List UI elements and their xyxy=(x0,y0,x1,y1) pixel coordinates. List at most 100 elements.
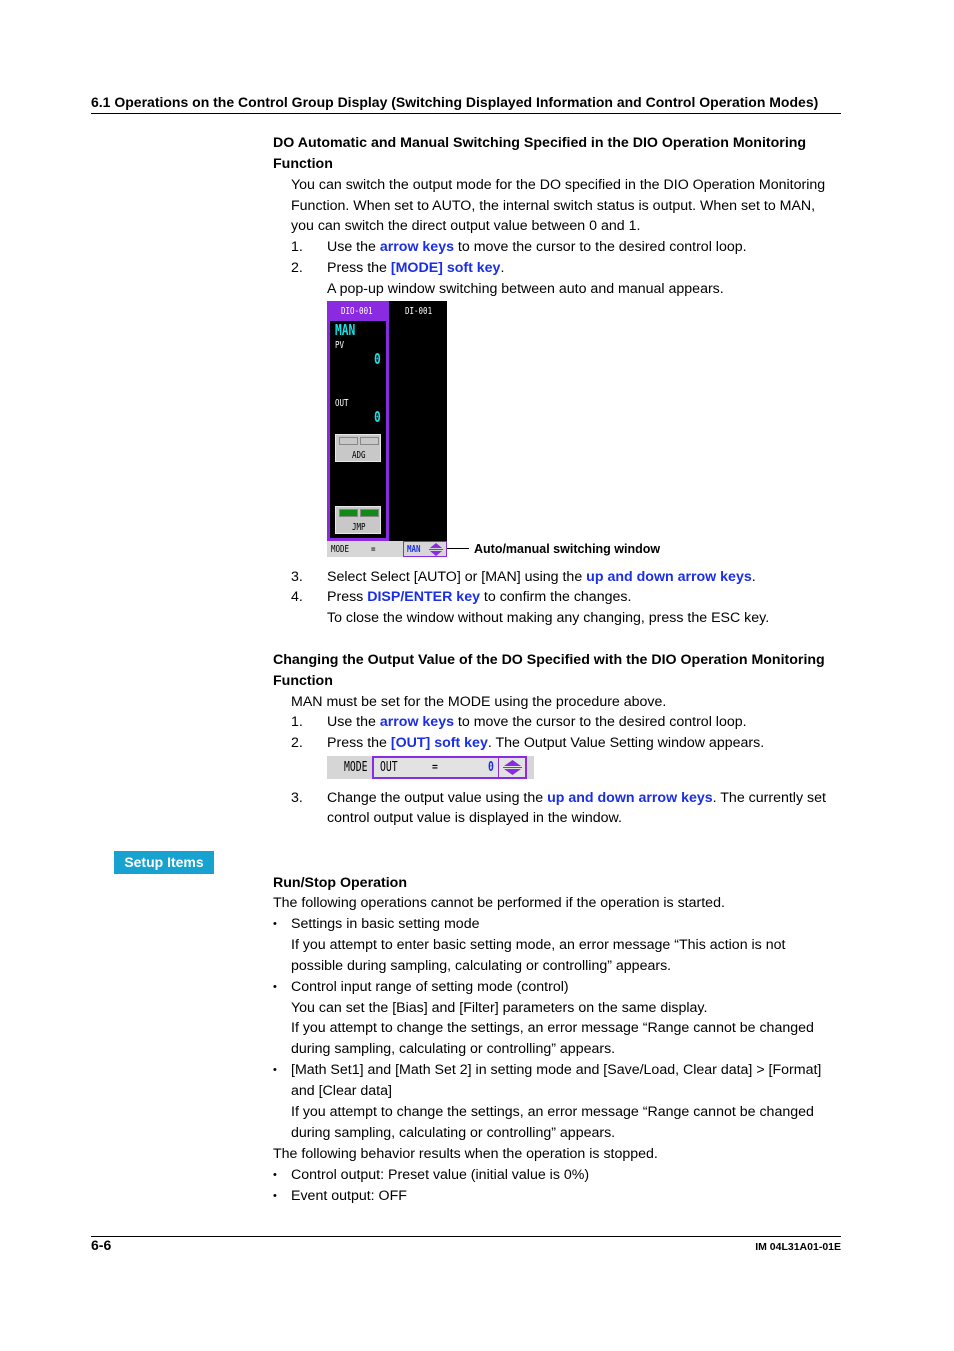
tab-label-dio: DIO-001 xyxy=(341,306,373,317)
bullet-item: [Math Set1] and [Math Set 2] in setting … xyxy=(291,1062,822,1079)
step-text: Use the arrow keys to move the cursor to… xyxy=(327,712,747,732)
step-text: Select Select [AUTO] or [MAN] using the … xyxy=(327,567,756,587)
bullet-icon: • xyxy=(273,917,277,930)
mode-indicator: MAN xyxy=(335,321,356,339)
mode-value-field[interactable]: MAN xyxy=(403,541,447,557)
out-window-equals: = xyxy=(432,760,438,775)
keyword-link: arrow keys xyxy=(379,239,454,255)
up-down-arrow-icon[interactable] xyxy=(502,759,523,776)
step-note: To close the window without making any c… xyxy=(327,610,770,626)
section1-intro-1: You can switch the output mode for the D… xyxy=(291,177,826,193)
jmp-button[interactable]: JMP xyxy=(335,506,381,534)
tab-label-di: DI-001 xyxy=(405,306,433,317)
out-window-out-label: OUT xyxy=(380,760,398,775)
step-text-post: . The currently set xyxy=(712,790,826,806)
bullet-detail: during sampling, calculating or controll… xyxy=(291,1041,616,1058)
led-indicator xyxy=(339,509,358,517)
jmp-button-label: JMP xyxy=(352,522,366,533)
step-text-pre: Press the xyxy=(327,735,391,751)
step-text-pre: Use the xyxy=(327,714,380,730)
keyword-link: up and down arrow keys xyxy=(547,790,713,806)
keyword-link: [OUT] soft key xyxy=(390,735,488,751)
pv-value: 0 xyxy=(374,350,381,368)
out-label: OUT xyxy=(335,398,349,409)
bullet-item: Control input range of setting mode (con… xyxy=(291,978,569,995)
bullet-detail: If you attempt to change the settings, a… xyxy=(291,1104,814,1120)
section1-intro-2: Function. When set to AUTO, the internal… xyxy=(291,198,816,214)
up-down-arrow-icon[interactable] xyxy=(428,543,444,556)
step-text: Change the output value using the up and… xyxy=(327,788,826,808)
step-text-post: to move the cursor to the desired contro… xyxy=(453,714,747,730)
step-number: 4. xyxy=(291,589,303,605)
section2-heading: Changing the Output Value of the DO Spec… xyxy=(273,652,825,668)
keyword-link: up and down arrow keys xyxy=(586,569,752,585)
bullet-detail: possible during sampling, calculating or… xyxy=(291,957,672,974)
page-number: 6-6 xyxy=(91,1237,112,1253)
paragraph: The following operations cannot be perfo… xyxy=(273,895,725,911)
mode-bar-equals: = xyxy=(371,544,376,555)
setup-items-tag: Setup Items xyxy=(114,851,214,874)
bullet-detail: during sampling, calculating or controll… xyxy=(291,1124,616,1141)
section1-heading: DO Automatic and Manual Switching Specif… xyxy=(273,135,807,151)
section2-intro: MAN must be set for the MODE using the p… xyxy=(291,694,667,710)
keyword-link: [MODE] soft key xyxy=(390,260,501,276)
out-window-value: 0 xyxy=(488,760,494,775)
bullet-detail: If you attempt to change the settings, a… xyxy=(291,1020,814,1037)
callout-leader-line xyxy=(447,548,469,549)
step-text-pre: Select Select [AUTO] or [MAN] using the xyxy=(327,569,587,585)
keyword-link: arrow keys xyxy=(379,714,454,730)
auto-manual-switching-window[interactable]: MODE = MAN xyxy=(327,541,447,557)
step-text: Press the [OUT] soft key. The Output Val… xyxy=(327,733,764,753)
callout-label: Auto/manual switching window xyxy=(474,542,661,556)
adg-button[interactable]: ADG xyxy=(335,434,381,462)
divider xyxy=(498,758,499,777)
step-number: 2. xyxy=(291,260,303,276)
step-text-post: to confirm the changes. xyxy=(479,589,632,605)
step-number: 3. xyxy=(291,790,303,806)
bullet-icon: • xyxy=(273,1189,277,1202)
step-text-pre: Change the output value using the xyxy=(327,790,548,806)
bullet-item: Control output: Preset value (initial va… xyxy=(291,1166,590,1183)
led-indicator xyxy=(360,509,379,517)
bullet-item: Event output: OFF xyxy=(291,1187,407,1204)
led-indicator xyxy=(339,437,358,445)
bullet-item: Settings in basic setting mode xyxy=(291,915,480,932)
bullet-detail: and [Clear data] xyxy=(291,1083,392,1100)
section1-intro-3: you can switch the direct output value b… xyxy=(291,218,641,234)
dio-monitor-screen: DIO-001 DI-001 MAN PV 0 OUT 0 ADG JMP MO… xyxy=(327,301,447,557)
run-stop-heading: Run/Stop Operation xyxy=(273,875,407,891)
keyword-link: DISP/ENTER key xyxy=(367,589,480,605)
output-value-setting-window[interactable]: MODE OUT = 0 xyxy=(327,756,534,779)
pv-label: PV xyxy=(335,340,345,351)
bullet-icon: • xyxy=(273,980,277,993)
led-indicator xyxy=(360,437,379,445)
bullet-icon: • xyxy=(273,1168,277,1181)
out-value-field[interactable]: OUT = 0 xyxy=(372,756,527,779)
step-number: 2. xyxy=(291,735,303,751)
step-note: A pop-up window switching between auto a… xyxy=(327,281,724,297)
step-text: Use the arrow keys to move the cursor to… xyxy=(327,237,747,257)
step-number: 3. xyxy=(291,569,303,585)
section1-heading-cont: Function xyxy=(273,156,333,172)
step-number: 1. xyxy=(291,714,303,730)
step-text-post: . xyxy=(500,260,505,276)
bullet-detail: You can set the [Bias] and [Filter] para… xyxy=(291,999,708,1016)
section2-heading-cont: Function xyxy=(273,673,333,689)
bullet-detail: If you attempt to enter basic setting mo… xyxy=(291,936,786,953)
step-text: Press DISP/ENTER key to confirm the chan… xyxy=(327,587,631,607)
step-text-pre: Press the xyxy=(327,260,391,276)
footer-rule xyxy=(91,1236,841,1237)
document-id: IM 04L31A01-01E xyxy=(755,1241,841,1253)
step-number: 1. xyxy=(291,239,303,255)
step-text-cont: control output value is displayed in the… xyxy=(327,810,622,826)
paragraph: The following behavior results when the … xyxy=(273,1145,658,1162)
mode-bar-value: MAN xyxy=(407,544,421,555)
step-text-post: to move the cursor to the desired contro… xyxy=(453,239,747,255)
out-value: 0 xyxy=(374,408,381,426)
out-window-mode-label: MODE xyxy=(344,760,368,775)
adg-button-label: ADG xyxy=(352,450,366,461)
section-header: 6.1 Operations on the Control Group Disp… xyxy=(91,94,841,114)
step-text: Press the [MODE] soft key. xyxy=(327,258,504,278)
step-text-pre: Press xyxy=(327,589,368,605)
step-text-post: . xyxy=(751,569,756,585)
